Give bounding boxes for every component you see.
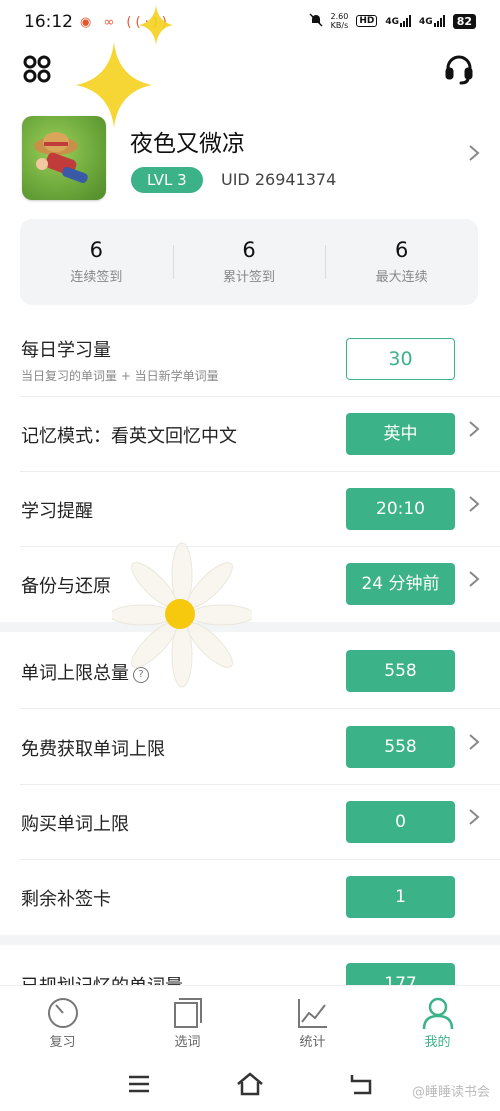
hd-badge: HD — [356, 15, 378, 27]
setting-title: 学习提醒 — [21, 501, 93, 522]
setting-title: 单词上限总量? — [21, 659, 149, 685]
setting-buy-word-limit[interactable]: 购买单词上限 0 — [0, 784, 500, 860]
stat-value: 6 — [89, 238, 104, 262]
tab-review[interactable]: 复习 — [0, 986, 125, 1058]
home-icon[interactable] — [236, 1071, 263, 1097]
signal-4g-1: 4G — [385, 15, 412, 27]
stat-total: 6 累计签到 — [172, 219, 326, 305]
tab-mine[interactable]: 我的 — [375, 986, 500, 1058]
free-limit-value[interactable]: 558 — [346, 726, 455, 768]
chevron-right-icon[interactable] — [468, 733, 480, 755]
setting-title-text: 单词上限总量 — [21, 663, 129, 684]
help-icon[interactable]: ? — [133, 667, 149, 683]
status-indicators: 2.60 KB/s HD 4G 4G 82 — [309, 12, 476, 30]
setting-title: 免费获取单词上限 — [21, 739, 165, 760]
setting-memory-mode[interactable]: 记忆模式：看英文回忆中文 英中 — [0, 396, 500, 472]
stat-value: 6 — [394, 238, 409, 262]
signal-bars-icon — [433, 15, 445, 27]
notification-icons: ◉ ∞ ((·)) — [80, 15, 171, 30]
chevron-right-icon[interactable] — [468, 420, 480, 442]
person-icon — [375, 996, 500, 1030]
setting-title: 每日学习量 — [21, 340, 111, 361]
book-icon — [125, 996, 250, 1030]
signal-bars-icon — [400, 15, 412, 27]
tab-label: 统计 — [299, 1035, 326, 1050]
signal-4g-1-label: 4G — [385, 17, 400, 27]
back-icon[interactable] — [348, 1071, 374, 1097]
menu-icon[interactable] — [126, 1071, 152, 1097]
chevron-right-icon[interactable] — [468, 570, 480, 592]
chevron-right-icon[interactable] — [468, 144, 480, 166]
user-id: UID 26941374 — [221, 170, 337, 189]
chart-icon — [250, 996, 375, 1030]
watermark: @睡睡读书会 — [411, 1085, 490, 1100]
signal-4g-2: 4G — [419, 15, 445, 27]
memory-mode-button[interactable]: 英中 — [346, 413, 455, 455]
setting-title: 购买单词上限 — [21, 814, 129, 835]
word-limit-value[interactable]: 558 — [346, 650, 455, 692]
stat-label: 连续签到 — [70, 270, 123, 285]
username: 夜色又微凉 — [130, 131, 245, 157]
backup-time-button[interactable]: 24 分钟前 — [346, 563, 455, 605]
checkin-stats-card: 6 连续签到 6 累计签到 6 最大连续 — [20, 219, 478, 305]
signal-4g-2-label: 4G — [419, 17, 433, 27]
network-speed: 2.60 KB/s — [331, 12, 349, 30]
section-separator — [0, 622, 500, 632]
tab-label: 我的 — [424, 1035, 451, 1050]
setting-title: 剩余补签卡 — [21, 889, 111, 910]
stat-label: 累计签到 — [223, 270, 276, 285]
tab-select-words[interactable]: 选词 — [125, 986, 250, 1058]
avatar[interactable] — [22, 116, 106, 200]
setting-makeup-cards[interactable]: 剩余补签卡 1 — [0, 859, 500, 935]
stat-consecutive: 6 连续签到 — [20, 219, 173, 305]
setting-word-limit-total[interactable]: 单词上限总量? 558 — [0, 633, 500, 709]
battery-icon: 82 — [452, 13, 476, 29]
reminder-time-button[interactable]: 20:10 — [346, 488, 455, 530]
tab-label: 选词 — [174, 1035, 201, 1050]
status-time: 16:12 — [24, 12, 73, 32]
tab-statistics[interactable]: 统计 — [250, 986, 375, 1058]
timer-icon — [0, 996, 125, 1030]
network-speed-value: 2.60 — [330, 12, 349, 21]
bottom-navigation: 复习 选词 统计 我的 — [0, 985, 500, 1058]
setting-free-word-limit[interactable]: 免费获取单词上限 558 — [0, 709, 500, 785]
tab-label: 复习 — [49, 1035, 76, 1050]
network-speed-unit: KB/s — [330, 21, 349, 30]
setting-title: 记忆模式：看英文回忆中文 — [21, 426, 237, 447]
setting-daily-amount[interactable]: 每日学习量 当日复习的单词量 + 当日新学单词量 30 — [0, 321, 500, 397]
stat-label: 最大连续 — [375, 270, 428, 285]
chevron-right-icon[interactable] — [468, 808, 480, 830]
setting-subtitle: 当日复习的单词量 + 当日新学单词量 — [21, 369, 219, 383]
mute-icon — [309, 12, 323, 30]
headset-support-icon[interactable] — [444, 54, 474, 86]
setting-title: 备份与还原 — [21, 576, 111, 597]
stat-value: 6 — [242, 238, 256, 262]
profile-header[interactable]: 夜色又微凉 LVL 3 UID 26941374 — [0, 110, 500, 210]
makeup-cards-value[interactable]: 1 — [346, 876, 455, 918]
chevron-right-icon[interactable] — [468, 495, 480, 517]
stat-max-consecutive: 6 最大连续 — [325, 219, 478, 305]
daily-amount-input[interactable]: 30 — [346, 338, 455, 380]
status-bar: 16:12 ◉ ∞ ((·)) 2.60 KB/s HD 4G 4G 82 — [0, 0, 500, 48]
setting-backup-restore[interactable]: 备份与还原 24 分钟前 — [0, 546, 500, 622]
level-badge: LVL 3 — [131, 167, 203, 193]
apps-grid-icon[interactable] — [22, 54, 52, 84]
setting-study-reminder[interactable]: 学习提醒 20:10 — [0, 471, 500, 547]
section-separator — [0, 935, 500, 945]
buy-limit-value[interactable]: 0 — [346, 801, 455, 843]
